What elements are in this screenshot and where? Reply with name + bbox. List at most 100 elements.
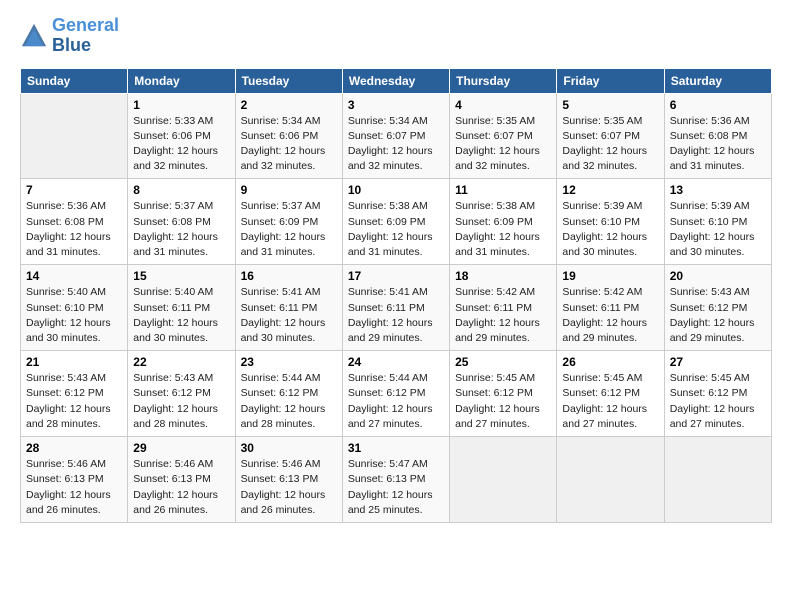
calendar-day-cell: 20 Sunrise: 5:43 AMSunset: 6:12 PMDayligh… bbox=[664, 265, 771, 351]
calendar-day-cell: 15 Sunrise: 5:40 AMSunset: 6:11 PMDayligh… bbox=[128, 265, 235, 351]
day-number: 28 bbox=[26, 441, 122, 455]
day-number: 12 bbox=[562, 183, 658, 197]
day-number: 17 bbox=[348, 269, 444, 283]
day-info: Sunrise: 5:34 AMSunset: 6:07 PMDaylight:… bbox=[348, 115, 433, 173]
day-number: 10 bbox=[348, 183, 444, 197]
day-info: Sunrise: 5:44 AMSunset: 6:12 PMDaylight:… bbox=[348, 372, 433, 430]
day-number: 22 bbox=[133, 355, 229, 369]
day-number: 2 bbox=[241, 98, 337, 112]
day-header: Thursday bbox=[450, 68, 557, 93]
day-info: Sunrise: 5:37 AMSunset: 6:09 PMDaylight:… bbox=[241, 200, 326, 258]
calendar-day-cell bbox=[664, 437, 771, 523]
day-info: Sunrise: 5:38 AMSunset: 6:09 PMDaylight:… bbox=[348, 200, 433, 258]
calendar-week-row: 21 Sunrise: 5:43 AMSunset: 6:12 PMDayligh… bbox=[21, 351, 772, 437]
day-info: Sunrise: 5:35 AMSunset: 6:07 PMDaylight:… bbox=[455, 115, 540, 173]
day-number: 1 bbox=[133, 98, 229, 112]
day-info: Sunrise: 5:35 AMSunset: 6:07 PMDaylight:… bbox=[562, 115, 647, 173]
calendar-day-cell bbox=[557, 437, 664, 523]
day-info: Sunrise: 5:44 AMSunset: 6:12 PMDaylight:… bbox=[241, 372, 326, 430]
day-info: Sunrise: 5:33 AMSunset: 6:06 PMDaylight:… bbox=[133, 115, 218, 173]
calendar-day-cell: 19 Sunrise: 5:42 AMSunset: 6:11 PMDayligh… bbox=[557, 265, 664, 351]
day-number: 25 bbox=[455, 355, 551, 369]
logo-text: GeneralBlue bbox=[52, 16, 119, 56]
calendar-day-cell: 12 Sunrise: 5:39 AMSunset: 6:10 PMDayligh… bbox=[557, 179, 664, 265]
day-info: Sunrise: 5:38 AMSunset: 6:09 PMDaylight:… bbox=[455, 200, 540, 258]
calendar-day-cell: 5Sunrise: 5:35 AMSunset: 6:07 PMDaylight… bbox=[557, 93, 664, 179]
calendar-day-cell: 7Sunrise: 5:36 AMSunset: 6:08 PMDaylight… bbox=[21, 179, 128, 265]
calendar-body: 1 Sunrise: 5:33 AMSunset: 6:06 PMDaylight… bbox=[21, 93, 772, 522]
day-number: 31 bbox=[348, 441, 444, 455]
day-number: 20 bbox=[670, 269, 766, 283]
calendar-day-cell: 30 Sunrise: 5:46 AMSunset: 6:13 PMDayligh… bbox=[235, 437, 342, 523]
day-info: Sunrise: 5:46 AMSunset: 6:13 PMDaylight:… bbox=[26, 458, 111, 516]
day-info: Sunrise: 5:46 AMSunset: 6:13 PMDaylight:… bbox=[133, 458, 218, 516]
day-header: Tuesday bbox=[235, 68, 342, 93]
day-info: Sunrise: 5:42 AMSunset: 6:11 PMDaylight:… bbox=[562, 286, 647, 344]
day-number: 15 bbox=[133, 269, 229, 283]
calendar-day-cell: 13 Sunrise: 5:39 AMSunset: 6:10 PMDayligh… bbox=[664, 179, 771, 265]
logo-icon bbox=[20, 22, 48, 50]
calendar-day-cell: 1 Sunrise: 5:33 AMSunset: 6:06 PMDaylight… bbox=[128, 93, 235, 179]
day-info: Sunrise: 5:45 AMSunset: 6:12 PMDaylight:… bbox=[562, 372, 647, 430]
day-number: 24 bbox=[348, 355, 444, 369]
day-number: 3 bbox=[348, 98, 444, 112]
calendar-day-cell: 31 Sunrise: 5:47 AMSunset: 6:13 PMDayligh… bbox=[342, 437, 449, 523]
calendar-day-cell: 10 Sunrise: 5:38 AMSunset: 6:09 PMDayligh… bbox=[342, 179, 449, 265]
day-number: 18 bbox=[455, 269, 551, 283]
day-number: 23 bbox=[241, 355, 337, 369]
logo: GeneralBlue bbox=[20, 16, 119, 56]
day-info: Sunrise: 5:42 AMSunset: 6:11 PMDaylight:… bbox=[455, 286, 540, 344]
calendar-day-cell: 27Sunrise: 5:45 AMSunset: 6:12 PMDayligh… bbox=[664, 351, 771, 437]
day-number: 6 bbox=[670, 98, 766, 112]
day-number: 11 bbox=[455, 183, 551, 197]
calendar-day-cell bbox=[450, 437, 557, 523]
calendar-day-cell: 22 Sunrise: 5:43 AMSunset: 6:12 PMDayligh… bbox=[128, 351, 235, 437]
day-info: Sunrise: 5:46 AMSunset: 6:13 PMDaylight:… bbox=[241, 458, 326, 516]
calendar-day-cell bbox=[21, 93, 128, 179]
day-info: Sunrise: 5:41 AMSunset: 6:11 PMDaylight:… bbox=[241, 286, 326, 344]
day-number: 21 bbox=[26, 355, 122, 369]
day-header: Saturday bbox=[664, 68, 771, 93]
day-info: Sunrise: 5:37 AMSunset: 6:08 PMDaylight:… bbox=[133, 200, 218, 258]
day-info: Sunrise: 5:47 AMSunset: 6:13 PMDaylight:… bbox=[348, 458, 433, 516]
day-number: 13 bbox=[670, 183, 766, 197]
calendar-day-cell: 23 Sunrise: 5:44 AMSunset: 6:12 PMDayligh… bbox=[235, 351, 342, 437]
calendar-table: SundayMondayTuesdayWednesdayThursdayFrid… bbox=[20, 68, 772, 523]
day-number: 19 bbox=[562, 269, 658, 283]
day-header: Friday bbox=[557, 68, 664, 93]
day-number: 9 bbox=[241, 183, 337, 197]
day-info: Sunrise: 5:43 AMSunset: 6:12 PMDaylight:… bbox=[133, 372, 218, 430]
calendar-day-cell: 3 Sunrise: 5:34 AMSunset: 6:07 PMDaylight… bbox=[342, 93, 449, 179]
day-number: 26 bbox=[562, 355, 658, 369]
day-info: Sunrise: 5:40 AMSunset: 6:10 PMDaylight:… bbox=[26, 286, 111, 344]
day-info: Sunrise: 5:43 AMSunset: 6:12 PMDaylight:… bbox=[670, 286, 755, 344]
page-container: GeneralBlue SundayMondayTuesdayWednesday… bbox=[0, 0, 792, 533]
day-info: Sunrise: 5:36 AMSunset: 6:08 PMDaylight:… bbox=[670, 115, 755, 173]
calendar-week-row: 1 Sunrise: 5:33 AMSunset: 6:06 PMDaylight… bbox=[21, 93, 772, 179]
day-number: 30 bbox=[241, 441, 337, 455]
calendar-day-cell: 24 Sunrise: 5:44 AMSunset: 6:12 PMDayligh… bbox=[342, 351, 449, 437]
day-info: Sunrise: 5:39 AMSunset: 6:10 PMDaylight:… bbox=[670, 200, 755, 258]
day-info: Sunrise: 5:43 AMSunset: 6:12 PMDaylight:… bbox=[26, 372, 111, 430]
calendar-day-cell: 16 Sunrise: 5:41 AMSunset: 6:11 PMDayligh… bbox=[235, 265, 342, 351]
calendar-day-cell: 4Sunrise: 5:35 AMSunset: 6:07 PMDaylight… bbox=[450, 93, 557, 179]
day-info: Sunrise: 5:41 AMSunset: 6:11 PMDaylight:… bbox=[348, 286, 433, 344]
day-number: 14 bbox=[26, 269, 122, 283]
calendar-day-cell: 8 Sunrise: 5:37 AMSunset: 6:08 PMDaylight… bbox=[128, 179, 235, 265]
calendar-week-row: 28 Sunrise: 5:46 AMSunset: 6:13 PMDayligh… bbox=[21, 437, 772, 523]
day-header: Sunday bbox=[21, 68, 128, 93]
day-info: Sunrise: 5:40 AMSunset: 6:11 PMDaylight:… bbox=[133, 286, 218, 344]
calendar-day-cell: 26 Sunrise: 5:45 AMSunset: 6:12 PMDayligh… bbox=[557, 351, 664, 437]
day-number: 16 bbox=[241, 269, 337, 283]
calendar-day-cell: 17 Sunrise: 5:41 AMSunset: 6:11 PMDayligh… bbox=[342, 265, 449, 351]
calendar-day-cell: 29Sunrise: 5:46 AMSunset: 6:13 PMDayligh… bbox=[128, 437, 235, 523]
calendar-week-row: 14 Sunrise: 5:40 AMSunset: 6:10 PMDayligh… bbox=[21, 265, 772, 351]
day-header: Wednesday bbox=[342, 68, 449, 93]
day-number: 8 bbox=[133, 183, 229, 197]
calendar-day-cell: 2 Sunrise: 5:34 AMSunset: 6:06 PMDaylight… bbox=[235, 93, 342, 179]
day-info: Sunrise: 5:34 AMSunset: 6:06 PMDaylight:… bbox=[241, 115, 326, 173]
day-number: 7 bbox=[26, 183, 122, 197]
calendar-day-cell: 25Sunrise: 5:45 AMSunset: 6:12 PMDayligh… bbox=[450, 351, 557, 437]
calendar-day-cell: 9 Sunrise: 5:37 AMSunset: 6:09 PMDaylight… bbox=[235, 179, 342, 265]
day-info: Sunrise: 5:39 AMSunset: 6:10 PMDaylight:… bbox=[562, 200, 647, 258]
